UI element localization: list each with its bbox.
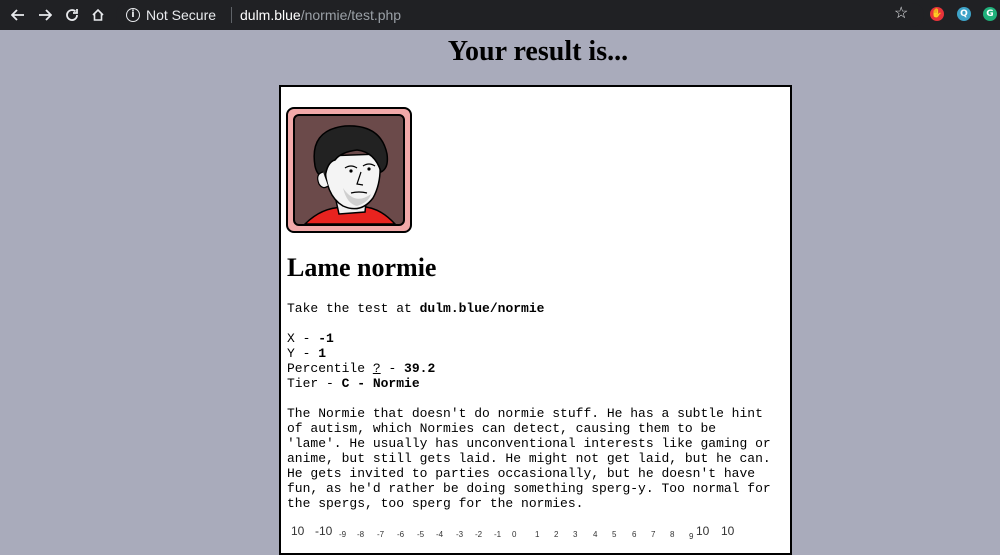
extension-grammarly-icon[interactable]: G — [983, 7, 997, 21]
address-bar[interactable]: i Not Secure dulm.blue/normie/test.php — [116, 3, 924, 27]
take-test-prefix: Take the test at — [287, 301, 420, 316]
browser-toolbar: i Not Secure dulm.blue/normie/test.php ☆… — [0, 0, 1000, 30]
url-text[interactable]: dulm.blue/normie/test.php — [240, 7, 401, 23]
address-separator — [231, 7, 232, 23]
scale-label: 10 — [696, 524, 710, 538]
wojak-face-icon — [293, 114, 405, 226]
scale-label: 10 — [721, 524, 735, 538]
extension-search-icon[interactable]: Q — [957, 7, 971, 21]
take-test-link[interactable]: dulm.blue/normie — [420, 301, 545, 316]
reload-icon[interactable] — [60, 3, 84, 27]
page-title: Your result is... — [447, 36, 629, 67]
extension-stop-icon[interactable]: ✋ — [930, 7, 944, 21]
avatar — [286, 107, 412, 233]
result-description: The Normie that doesn't do normie stuff.… — [287, 406, 771, 511]
info-icon[interactable]: i — [126, 8, 140, 22]
scale-label: -10 — [315, 524, 333, 538]
arrow-left-icon[interactable] — [6, 3, 30, 27]
tier-label: Tier - — [287, 376, 342, 391]
percentile-label: Percentile — [287, 361, 373, 376]
url-path: /normie/test.php — [300, 7, 402, 23]
arrow-right-icon[interactable] — [33, 3, 57, 27]
percentile-sep: - — [380, 361, 405, 376]
y-value: 1 — [318, 346, 327, 361]
tier-value: C - Normie — [341, 376, 420, 391]
percentile-help-link[interactable]: ? — [373, 361, 381, 376]
url-host: dulm.blue — [240, 7, 301, 23]
scale-label: 9 — [689, 532, 694, 541]
y-label: Y - — [287, 346, 319, 361]
stats-block: X - -1 Y - 1 Percentile ? - 39.2 Tier - C -… — [287, 331, 435, 391]
x-label: X - — [287, 331, 319, 346]
percentile-stat: Percentile ? - 39.2 — [287, 361, 435, 376]
percentile-value: 39.2 — [404, 361, 436, 376]
x-value: -1 — [318, 331, 334, 346]
home-icon[interactable] — [86, 3, 110, 27]
political-scale: 10 -10 -9 -8 -7 -6 -5 -4 -3 -2 -1 0 1 2 3 4 5 6 7 8 9 10 10 — [291, 524, 781, 544]
scale-label: 10 — [291, 524, 305, 538]
result-card: Lame normie Take the test at dulm.blue/n… — [279, 85, 792, 555]
security-label[interactable]: Not Secure — [146, 7, 216, 23]
result-name: Lame normie — [287, 253, 437, 282]
take-test-line: Take the test at dulm.blue/normie — [287, 301, 544, 316]
star-icon[interactable]: ☆ — [894, 3, 908, 23]
y-stat: Y - 1 — [287, 346, 435, 361]
x-stat: X - -1 — [287, 331, 435, 346]
tier-stat: Tier - C - Normie — [287, 376, 435, 391]
